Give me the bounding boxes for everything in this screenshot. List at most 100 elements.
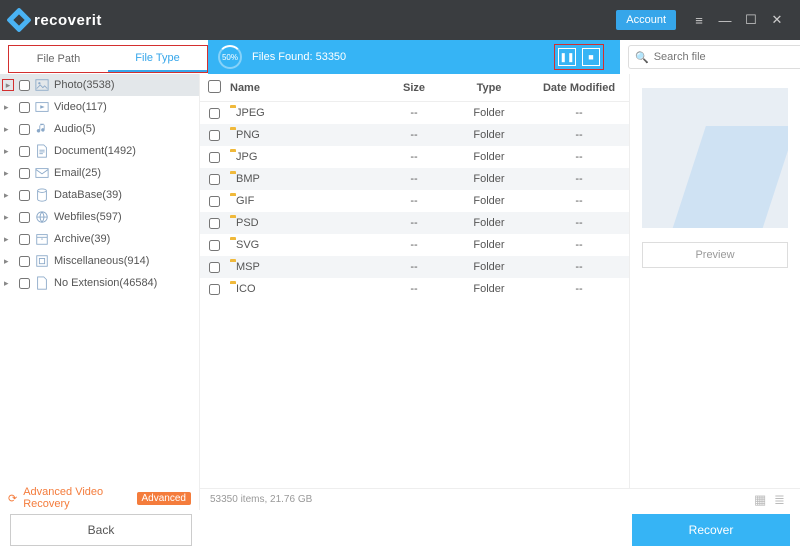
table-row[interactable]: BMP -- Folder -- — [200, 168, 629, 190]
category-noext[interactable]: ▸ No Extension(46584) — [0, 272, 199, 294]
chevron-right-icon[interactable]: ▸ — [4, 190, 14, 201]
status-text: 53350 items, 21.76 GB — [210, 494, 312, 505]
cell-name: PNG — [228, 129, 379, 141]
table-row[interactable]: SVG -- Folder -- — [200, 234, 629, 256]
category-checkbox[interactable] — [19, 146, 30, 157]
cell-type: Folder — [449, 151, 529, 163]
misc-icon — [35, 254, 49, 268]
category-checkbox[interactable] — [19, 278, 30, 289]
files-found-label: Files Found: 53350 — [252, 51, 346, 63]
scan-controls: ❚❚ ■ — [554, 44, 604, 70]
sidebar: ▸ Photo(3538)▸ Video(117)▸ Audio(5)▸ Doc… — [0, 74, 200, 510]
category-misc[interactable]: ▸ Miscellaneous(914) — [0, 250, 199, 272]
chevron-right-icon[interactable]: ▸ — [4, 212, 14, 223]
maximize-button[interactable]: ☐ — [738, 7, 764, 33]
category-audio[interactable]: ▸ Audio(5) — [0, 118, 199, 140]
advanced-recovery-link[interactable]: ⟳ Advanced Video Recovery Advanced — [0, 486, 199, 510]
row-checkbox[interactable] — [209, 284, 220, 295]
account-button[interactable]: Account — [616, 10, 676, 30]
stop-button[interactable]: ■ — [582, 48, 600, 66]
chevron-right-icon[interactable]: ▸ — [4, 234, 14, 245]
category-checkbox[interactable] — [19, 256, 30, 267]
cell-type: Folder — [449, 239, 529, 251]
table-row[interactable]: GIF -- Folder -- — [200, 190, 629, 212]
tab-file-type[interactable]: File Type — [108, 46, 207, 72]
table-row[interactable]: JPEG -- Folder -- — [200, 102, 629, 124]
cell-size: -- — [379, 261, 449, 273]
chevron-right-icon[interactable]: ▸ — [4, 102, 14, 113]
table-row[interactable]: JPG -- Folder -- — [200, 146, 629, 168]
category-document[interactable]: ▸ Document(1492) — [0, 140, 199, 162]
category-checkbox[interactable] — [19, 168, 30, 179]
category-label: DataBase(39) — [54, 189, 122, 201]
col-name[interactable]: Name — [228, 82, 379, 94]
table-row[interactable]: PSD -- Folder -- — [200, 212, 629, 234]
row-checkbox[interactable] — [209, 130, 220, 141]
category-video[interactable]: ▸ Video(117) — [0, 96, 199, 118]
progress-ring-icon: 50% — [218, 45, 242, 69]
row-checkbox[interactable] — [209, 196, 220, 207]
row-checkbox[interactable] — [209, 174, 220, 185]
footer: Back Recover — [0, 510, 800, 550]
category-checkbox[interactable] — [19, 190, 30, 201]
row-checkbox[interactable] — [209, 240, 220, 251]
database-icon — [35, 188, 49, 202]
close-button[interactable]: ✕ — [764, 7, 790, 33]
email-icon — [35, 166, 49, 180]
row-checkbox[interactable] — [209, 262, 220, 273]
cell-size: -- — [379, 151, 449, 163]
back-button[interactable]: Back — [10, 514, 192, 546]
minimize-button[interactable]: — — [712, 7, 738, 33]
row-checkbox[interactable] — [209, 108, 220, 119]
category-checkbox[interactable] — [19, 234, 30, 245]
cell-date: -- — [529, 151, 629, 163]
menu-icon[interactable]: ≡ — [686, 7, 712, 33]
cell-size: -- — [379, 173, 449, 185]
recover-button[interactable]: Recover — [632, 514, 790, 546]
chevron-right-icon[interactable]: ▸ — [4, 124, 14, 135]
cell-size: -- — [379, 107, 449, 119]
row-checkbox[interactable] — [209, 218, 220, 229]
category-image[interactable]: ▸ Photo(3538) — [0, 74, 199, 96]
category-email[interactable]: ▸ Email(25) — [0, 162, 199, 184]
cell-name: MSP — [228, 261, 379, 273]
category-database[interactable]: ▸ DataBase(39) — [0, 184, 199, 206]
cell-size: -- — [379, 129, 449, 141]
category-label: Email(25) — [54, 167, 101, 179]
app-name: recoverit — [34, 12, 102, 29]
preview-button[interactable]: Preview — [642, 242, 788, 268]
grid-view-icon[interactable]: ▦ — [754, 492, 770, 508]
cell-date: -- — [529, 239, 629, 251]
category-checkbox[interactable] — [19, 212, 30, 223]
table-row[interactable]: PNG -- Folder -- — [200, 124, 629, 146]
select-all-checkbox[interactable] — [208, 80, 221, 93]
col-date[interactable]: Date Modified — [529, 82, 629, 94]
chevron-right-icon[interactable]: ▸ — [2, 79, 14, 91]
row-checkbox[interactable] — [209, 152, 220, 163]
tab-file-path[interactable]: File Path — [9, 46, 108, 72]
cell-date: -- — [529, 283, 629, 295]
category-label: Miscellaneous(914) — [54, 255, 149, 267]
pause-button[interactable]: ❚❚ — [558, 48, 576, 66]
chevron-right-icon[interactable]: ▸ — [4, 256, 14, 267]
category-checkbox[interactable] — [19, 124, 30, 135]
category-checkbox[interactable] — [19, 102, 30, 113]
col-type[interactable]: Type — [449, 82, 529, 94]
search-box[interactable]: 🔍 — [628, 45, 800, 69]
category-archive[interactable]: ▸ Archive(39) — [0, 228, 199, 250]
table-row[interactable]: ICO -- Folder -- — [200, 278, 629, 300]
chevron-right-icon[interactable]: ▸ — [4, 278, 14, 289]
list-view-icon[interactable]: ≣ — [774, 492, 790, 508]
chevron-right-icon[interactable]: ▸ — [4, 168, 14, 179]
cell-date: -- — [529, 173, 629, 185]
archive-icon — [35, 232, 49, 246]
chevron-right-icon[interactable]: ▸ — [4, 146, 14, 157]
category-web[interactable]: ▸ Webfiles(597) — [0, 206, 199, 228]
table-row[interactable]: MSP -- Folder -- — [200, 256, 629, 278]
category-checkbox[interactable] — [19, 80, 30, 91]
search-input[interactable] — [654, 51, 796, 63]
col-size[interactable]: Size — [379, 82, 449, 94]
category-list: ▸ Photo(3538)▸ Video(117)▸ Audio(5)▸ Doc… — [0, 74, 199, 486]
cell-date: -- — [529, 261, 629, 273]
status-bar: 53350 items, 21.76 GB ▦ ≣ — [200, 488, 800, 510]
